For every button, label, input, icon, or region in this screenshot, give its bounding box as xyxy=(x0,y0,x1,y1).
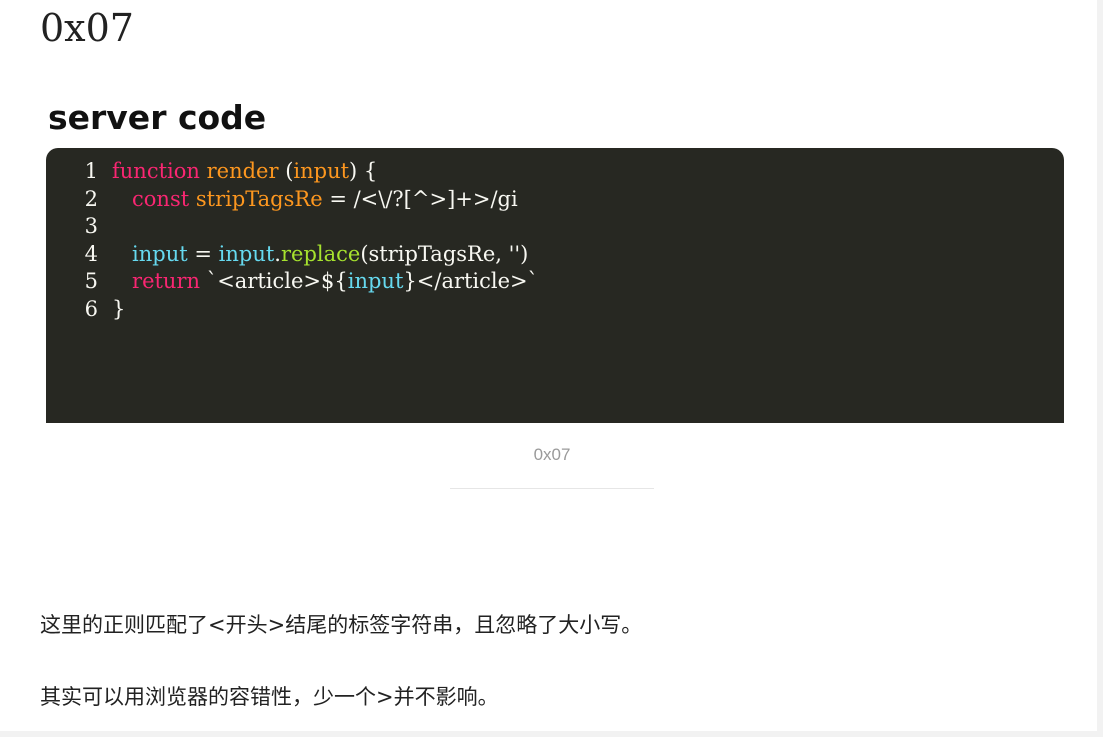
section-heading: 0x07 xyxy=(40,6,134,50)
code-token: const xyxy=(132,186,190,211)
code-line: 1 function render (input) { xyxy=(46,158,1064,186)
article-page: 0x07 server code 1 function render (input… xyxy=(0,0,1097,731)
paragraph: 这里的正则匹配了<开头>结尾的标签字符串，且忽略了大小写。 xyxy=(40,613,643,637)
figure-title: server code xyxy=(48,98,267,137)
line-number: 5 xyxy=(84,269,98,293)
code-block: 1 function render (input) {2 const stripT… xyxy=(46,148,1064,423)
code-token: } xyxy=(112,296,126,321)
code-token: `<article>${ xyxy=(200,269,348,293)
code-figure: server code 1 function render (input) {2 … xyxy=(46,96,1064,423)
code-source: return `<article>${input}</article>` xyxy=(98,268,538,296)
code-source: function render (input) { xyxy=(98,158,377,186)
code-token: . xyxy=(274,241,281,266)
code-token: (stripTagsRe, '') xyxy=(360,241,529,266)
line-number: 2 xyxy=(84,186,98,211)
code-token: input xyxy=(293,159,350,183)
code-token: stripTagsRe xyxy=(195,186,323,211)
code-line: 3 xyxy=(46,213,1064,241)
code-line: 2 const stripTagsRe = /<\/?[^>]+>/gi xyxy=(46,186,1064,214)
figure-caption: 0x07 xyxy=(533,445,571,464)
code-source: input = input.replace(stripTagsRe, '') xyxy=(98,241,528,269)
code-token: input xyxy=(132,241,188,266)
code-token: input xyxy=(347,269,404,293)
code-token: return xyxy=(132,269,201,293)
code-token: }</article>` xyxy=(403,269,539,293)
code-source: const stripTagsRe = /<\/?[^>]+>/gi xyxy=(98,186,518,214)
caption-divider xyxy=(450,488,654,489)
paragraph: 其实可以用浏览器的容错性，少一个>并不影响。 xyxy=(40,685,499,709)
line-number: 4 xyxy=(84,241,98,266)
code-token: ( xyxy=(278,159,294,183)
code-token: render xyxy=(206,159,279,183)
code-line: 4 input = input.replace(stripTagsRe, '') xyxy=(46,241,1064,269)
code-token: replace xyxy=(280,241,361,266)
line-number: 3 xyxy=(84,214,98,238)
code-token: input xyxy=(218,241,275,266)
line-number: 1 xyxy=(84,159,98,183)
line-number: 6 xyxy=(84,296,98,321)
code-token: = xyxy=(187,241,219,266)
code-line: 5 return `<article>${input}</article>` xyxy=(46,268,1064,296)
code-token: = /<\/?[^>]+>/gi xyxy=(322,186,518,211)
code-token: function xyxy=(112,159,200,183)
code-token: ) { xyxy=(349,159,378,183)
code-line: 6} xyxy=(46,296,1064,324)
code-source: } xyxy=(98,296,125,324)
